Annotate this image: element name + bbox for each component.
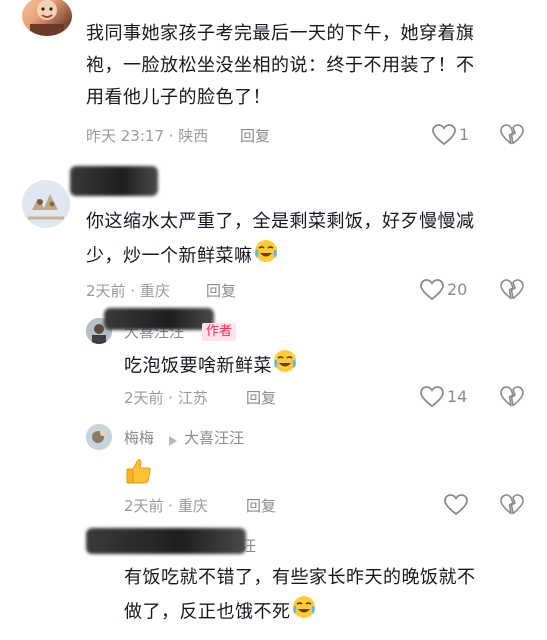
heart-outline-icon[interactable]: [420, 386, 444, 412]
reply-to-user[interactable]: 大喜汪汪: [184, 428, 244, 448]
reply-button[interactable]: 回复: [240, 126, 270, 146]
broken-heart-icon[interactable]: [500, 494, 524, 520]
broken-heart-icon[interactable]: [500, 279, 524, 305]
avatar[interactable]: [86, 424, 112, 450]
thumbs-up-emoji: [124, 456, 154, 490]
author-badge: 作者: [202, 323, 237, 341]
avatar[interactable]: [22, 0, 72, 36]
comment-text: 我同事她家孩子考完最后一天的下午，她穿着旗 袍，一脸放松坐没坐相的说：终于不用装…: [86, 23, 475, 108]
heart-outline-icon[interactable]: [444, 494, 468, 520]
comment-meta: 2天前 · 重庆: [86, 282, 170, 300]
heart-outline-icon[interactable]: [420, 279, 444, 305]
avatar[interactable]: [22, 180, 70, 228]
reply-button[interactable]: 回复: [246, 388, 276, 408]
redacted-username: [86, 528, 246, 554]
reply-button[interactable]: 回复: [246, 496, 276, 516]
comment-meta: 昨天 23:17 · 陕西: [86, 127, 209, 145]
heart-outline-icon[interactable]: [432, 124, 456, 150]
tears-of-joy-emoji: [272, 348, 298, 385]
reply-author[interactable]: 梅梅: [124, 428, 154, 448]
comment-meta: 2天前 · 重庆: [124, 497, 208, 515]
like-count: 1: [459, 125, 470, 144]
comment-text: 有饭吃就不错了，有些家长昨天的晚饭就不 做了，反正也饿不死: [124, 562, 534, 631]
redacted-username: [70, 166, 158, 196]
triangle-right-icon: [168, 432, 178, 451]
tears-of-joy-emoji: [253, 238, 279, 275]
broken-heart-icon[interactable]: [500, 124, 524, 150]
broken-heart-icon[interactable]: [500, 386, 524, 412]
comment-text: 你这缩水太严重了，全是剩菜剩饭，好歹慢慢减 少，炒一个新鲜菜嘛: [86, 206, 526, 275]
reply-button[interactable]: 回复: [206, 281, 236, 301]
comment-text: 吃泡饭要啥新鲜菜: [124, 348, 298, 385]
like-count: 20: [447, 280, 468, 299]
redacted-username: [104, 308, 214, 330]
comment-meta: 2天前 · 江苏: [124, 389, 208, 407]
tears-of-joy-emoji: [291, 594, 317, 631]
like-count: 14: [447, 387, 468, 406]
